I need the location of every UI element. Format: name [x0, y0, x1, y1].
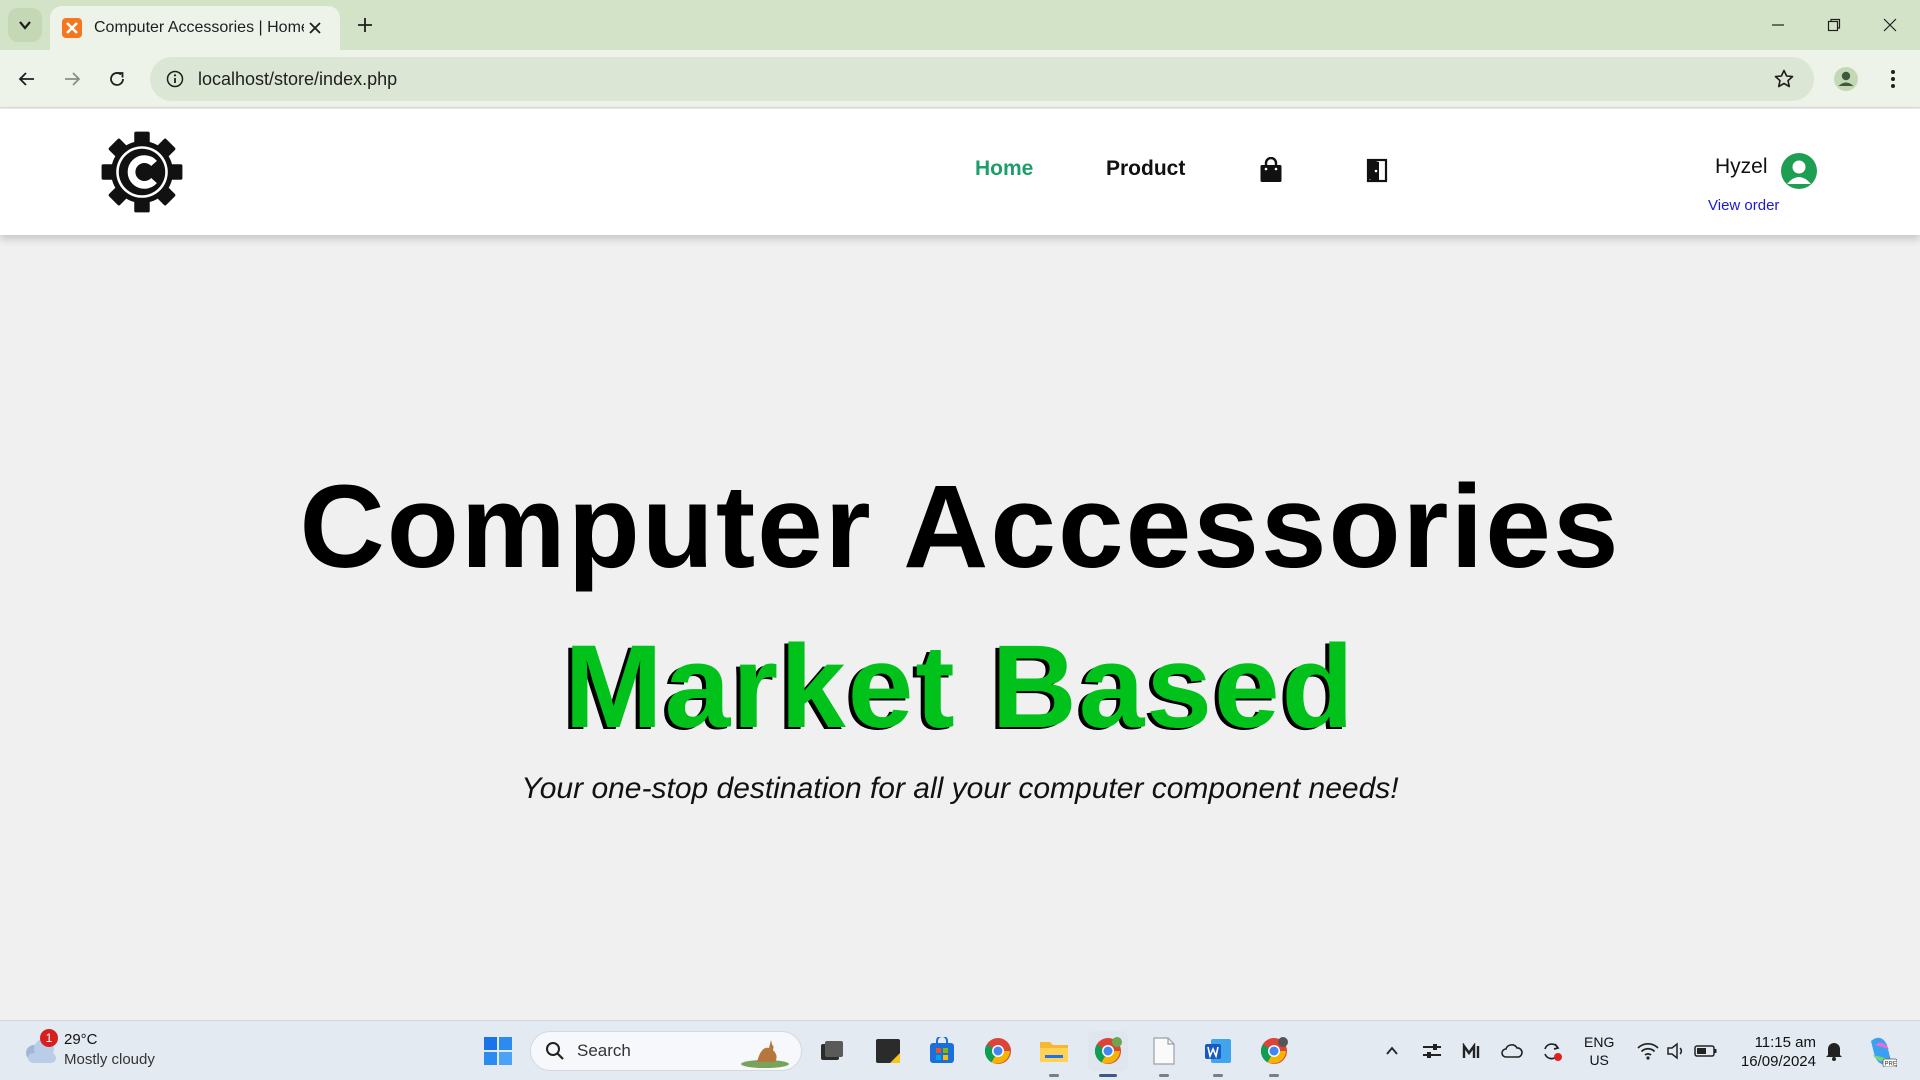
search-icon	[546, 1042, 564, 1060]
meter-app-icon[interactable]	[1458, 1037, 1486, 1065]
back-arrow-icon[interactable]	[10, 62, 44, 96]
user-avatar-icon[interactable]	[1781, 153, 1817, 189]
language-region: US	[1589, 1052, 1609, 1068]
weather-widget[interactable]: 1 29°C Mostly cloudy	[22, 1029, 182, 1073]
sticky-notes-icon[interactable]	[868, 1031, 908, 1071]
minimize-icon[interactable]	[1750, 0, 1806, 50]
running-indicator	[1049, 1074, 1059, 1077]
running-indicator	[1213, 1074, 1223, 1077]
gear-c-logo-icon[interactable]	[99, 129, 185, 215]
battery-icon[interactable]	[1692, 1037, 1720, 1065]
kangaroo-highlight-icon	[741, 1040, 789, 1068]
site-header: Home Product Hyzel View order	[0, 109, 1920, 235]
nav-product-link[interactable]: Product	[1106, 157, 1185, 181]
task-view-icon[interactable]	[812, 1031, 852, 1071]
word-icon[interactable]	[1198, 1031, 1238, 1077]
tab-title: Computer Accessories | Home	[94, 19, 304, 36]
xampp-favicon-icon	[62, 18, 82, 38]
chrome-icon[interactable]	[978, 1031, 1018, 1071]
windows-start-icon[interactable]	[478, 1031, 518, 1071]
onedrive-cloud-icon[interactable]	[1498, 1037, 1526, 1065]
language-code: ENG	[1584, 1034, 1615, 1050]
hero-title: Computer Accessories	[299, 461, 1621, 593]
browser-toolbar: localhost/store/index.php	[0, 50, 1920, 108]
settings-sliders-icon[interactable]	[1418, 1037, 1446, 1065]
notepad-icon[interactable]	[1144, 1031, 1184, 1077]
chrome-alt-icon[interactable]	[1254, 1031, 1294, 1077]
bookmark-star-icon[interactable]	[1772, 67, 1796, 91]
site-info-icon[interactable]	[164, 68, 186, 90]
chevron-down-icon	[19, 21, 31, 30]
microsoft-store-icon[interactable]	[922, 1031, 962, 1071]
shopping-bag-icon[interactable]	[1256, 155, 1286, 185]
browser-menu-icon[interactable]	[1876, 62, 1910, 96]
language-indicator[interactable]: ENG US	[1584, 1033, 1614, 1069]
show-hidden-icons-chevron-icon[interactable]	[1378, 1037, 1406, 1065]
clock-date: 16/09/2024	[1740, 1053, 1816, 1070]
hero-subtitle: Market Based	[564, 621, 1356, 753]
taskbar-search-placeholder: Search	[577, 1041, 631, 1060]
notification-bell-icon[interactable]	[1820, 1037, 1848, 1065]
weather-temperature: 29°C	[64, 1031, 98, 1048]
view-order-link[interactable]: View order	[1708, 197, 1779, 214]
forward-arrow-icon[interactable]	[55, 62, 89, 96]
new-tab-icon[interactable]	[350, 10, 380, 40]
wifi-icon[interactable]	[1634, 1037, 1662, 1065]
user-name[interactable]: Hyzel	[1715, 155, 1768, 179]
close-tab-icon[interactable]	[304, 17, 326, 39]
windows-taskbar: 1 29°C Mostly cloudy Search ENG US 11:15…	[0, 1020, 1920, 1080]
sync-alert-icon[interactable]	[1538, 1037, 1566, 1065]
weather-condition: Mostly cloudy	[64, 1051, 155, 1068]
active-indicator	[1099, 1074, 1117, 1077]
nav-home-link[interactable]: Home	[975, 157, 1033, 181]
weather-alert-badge: 1	[40, 1029, 58, 1047]
taskbar-clock[interactable]: 11:15 am 16/09/2024	[1730, 1033, 1816, 1071]
browser-tab-bar: Computer Accessories | Home	[0, 0, 1920, 50]
address-bar[interactable]: localhost/store/index.php	[150, 57, 1814, 101]
clock-time: 11:15 am	[1754, 1034, 1816, 1051]
logout-door-icon[interactable]	[1362, 155, 1392, 185]
profile-icon[interactable]	[1829, 62, 1863, 96]
reload-icon[interactable]	[100, 62, 134, 96]
running-indicator	[1159, 1074, 1169, 1077]
close-window-icon[interactable]	[1862, 0, 1918, 50]
taskbar-search-box[interactable]: Search	[530, 1031, 802, 1071]
url-text: localhost/store/index.php	[198, 68, 398, 89]
copilot-icon[interactable]: PRE	[1864, 1034, 1898, 1068]
running-indicator	[1269, 1074, 1279, 1077]
tab-search-button[interactable]	[8, 8, 42, 42]
file-explorer-icon[interactable]	[1034, 1031, 1074, 1077]
svg-text:PRE: PRE	[1885, 1062, 1897, 1068]
hero-tagline: Your one-stop destination for all your c…	[521, 772, 1399, 805]
restore-icon[interactable]	[1806, 0, 1862, 50]
browser-tab-active[interactable]: Computer Accessories | Home	[50, 6, 340, 50]
volume-icon[interactable]	[1662, 1037, 1690, 1065]
chrome-profile-icon[interactable]	[1088, 1031, 1128, 1077]
